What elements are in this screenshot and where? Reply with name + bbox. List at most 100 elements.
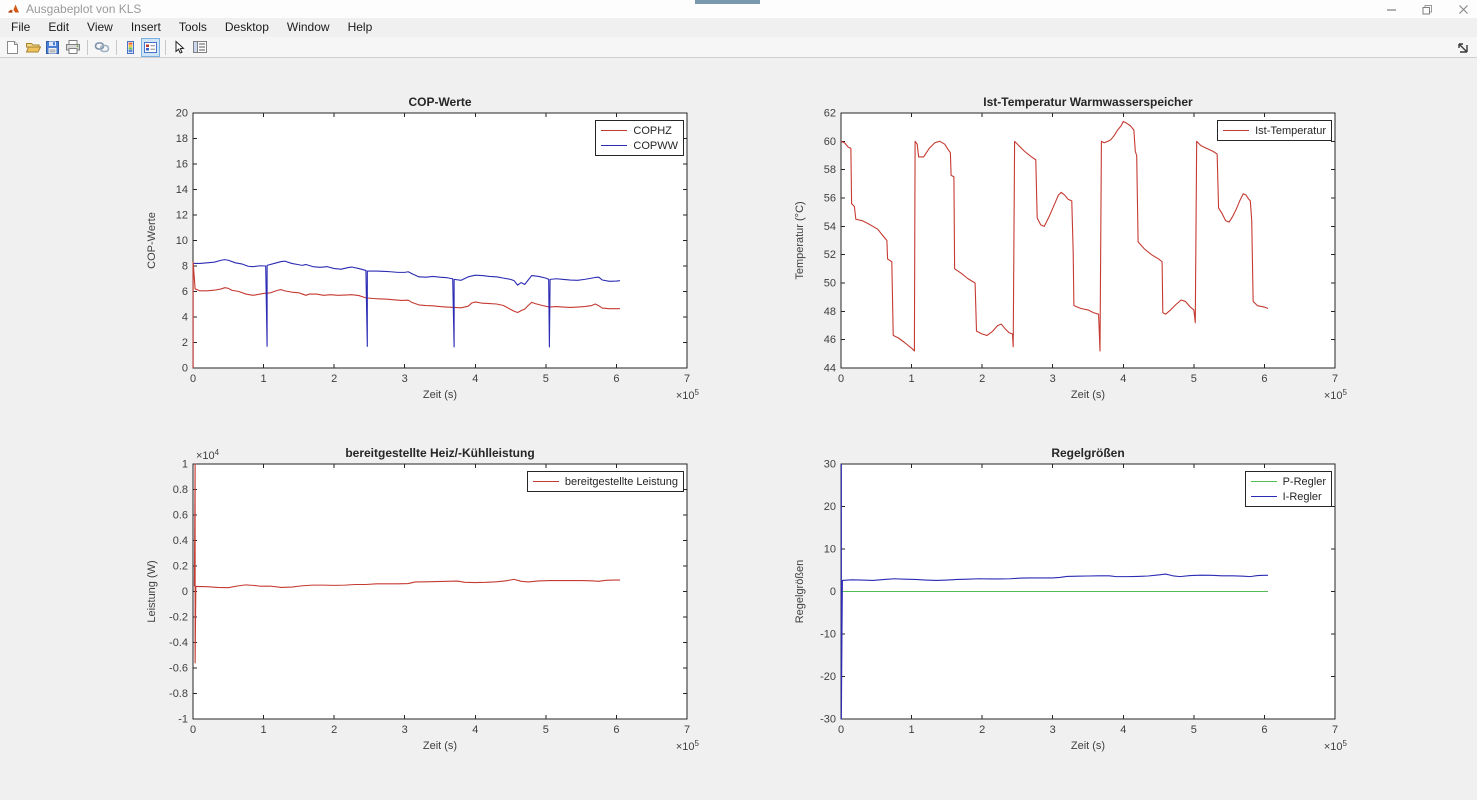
svg-text:Zeit (s): Zeit (s) — [1071, 740, 1105, 752]
svg-text:1: 1 — [909, 724, 915, 736]
svg-text:60: 60 — [824, 136, 836, 148]
menu-bar: File Edit View Insert Tools Desktop Wind… — [0, 18, 1477, 37]
matlab-figure-window: Ausgabeplot von KLS File Edit View Inser… — [0, 0, 1477, 800]
svg-text:×104: ×104 — [196, 448, 220, 462]
svg-text:6: 6 — [1261, 724, 1267, 736]
toolbar-separator — [87, 39, 88, 55]
svg-text:0: 0 — [838, 373, 844, 385]
svg-text:10: 10 — [824, 544, 836, 556]
svg-text:2: 2 — [979, 724, 985, 736]
svg-text:4: 4 — [472, 724, 478, 736]
plot-leistung[interactable]: 0 1 2 3 4 5 6 7 -1 -0.8 -0.6 -0.4 -0.2 0 0.2 0.4 0.6 0.8 1… — [140, 446, 700, 766]
svg-text:20: 20 — [176, 108, 188, 120]
legend[interactable]: Ist-Temperatur — [1217, 120, 1332, 141]
property-editor-icon[interactable] — [190, 38, 209, 57]
svg-text:46: 46 — [824, 334, 836, 346]
svg-text:COP-Werte: COP-Werte — [146, 212, 158, 269]
legend-entry: COPWW — [601, 138, 678, 153]
svg-text:×105: ×105 — [676, 739, 700, 753]
legend-label: P-Regler — [1282, 475, 1326, 488]
legend-line-sample — [601, 145, 628, 146]
legend-label: COPWW — [633, 139, 678, 152]
svg-text:Regelgrößen: Regelgrößen — [1051, 446, 1124, 460]
plot-cop-werte[interactable]: 0 1 2 3 4 5 6 7 0 2 4 6 8 10 12 14 16 18 20 COP-Werte Zeit (… — [140, 95, 700, 415]
legend-line-sample — [1250, 481, 1277, 482]
svg-text:4: 4 — [1120, 373, 1126, 385]
svg-text:20: 20 — [824, 501, 836, 513]
legend-label: Ist-Temperatur — [1255, 124, 1326, 137]
print-icon[interactable] — [63, 38, 82, 57]
close-icon[interactable] — [1457, 3, 1469, 15]
svg-text:0.6: 0.6 — [173, 510, 188, 522]
edit-plot-icon[interactable] — [170, 38, 189, 57]
menu-desktop[interactable]: Desktop — [216, 18, 278, 37]
menu-window[interactable]: Window — [278, 18, 339, 37]
svg-text:50: 50 — [824, 278, 836, 290]
svg-text:2: 2 — [182, 337, 188, 349]
svg-text:-0.8: -0.8 — [169, 688, 188, 700]
plot-regelgroessen[interactable]: 0 1 2 3 4 5 6 7 -30 -20 -10 0 10 20 30 Regelgrößen Zeit … — [788, 446, 1348, 766]
svg-text:0.8: 0.8 — [173, 484, 188, 496]
legend[interactable]: bereitgestellte Leistung — [526, 471, 684, 492]
svg-text:1: 1 — [909, 373, 915, 385]
svg-text:4: 4 — [472, 373, 478, 385]
figure-toolbar — [0, 37, 1477, 58]
chart-canvas: 0 1 2 3 4 5 6 7 -1 -0.8 -0.6 -0.4 -0.2 0 0.2 0.4 0.6 0.8 1… — [146, 446, 700, 753]
legend-line-sample — [601, 130, 628, 131]
svg-text:16: 16 — [176, 159, 188, 171]
svg-text:2: 2 — [331, 373, 337, 385]
legend-line-sample — [1250, 496, 1277, 497]
svg-text:58: 58 — [824, 164, 836, 176]
legend-entry: P-Regler — [1250, 474, 1326, 489]
svg-text:0: 0 — [190, 724, 196, 736]
svg-text:×105: ×105 — [1324, 388, 1348, 402]
menu-tools[interactable]: Tools — [170, 18, 216, 37]
legend[interactable]: P-Regler I-Regler — [1244, 471, 1332, 507]
svg-text:-20: -20 — [820, 671, 836, 683]
svg-text:6: 6 — [1261, 373, 1267, 385]
plot-ist-temperatur[interactable]: 0 1 2 3 4 5 6 7 44 46 48 50 52 54 56 58 60 62 Ist-Temperat… — [788, 95, 1348, 415]
svg-text:8: 8 — [182, 261, 188, 273]
svg-text:30: 30 — [824, 459, 836, 471]
svg-text:Zeit (s): Zeit (s) — [423, 389, 457, 401]
svg-text:6: 6 — [613, 724, 619, 736]
svg-text:6: 6 — [613, 373, 619, 385]
svg-text:Temperatur (°C): Temperatur (°C) — [794, 201, 806, 279]
svg-text:5: 5 — [1191, 373, 1197, 385]
svg-text:3: 3 — [1050, 724, 1056, 736]
svg-text:Zeit (s): Zeit (s) — [1071, 389, 1105, 401]
save-icon[interactable] — [43, 38, 62, 57]
svg-text:6: 6 — [182, 286, 188, 298]
new-document-icon[interactable] — [3, 38, 22, 57]
svg-text:1: 1 — [261, 373, 267, 385]
svg-text:10: 10 — [176, 235, 188, 247]
svg-text:1: 1 — [261, 724, 267, 736]
menu-view[interactable]: View — [78, 18, 122, 37]
dock-figure-icon[interactable] — [1455, 40, 1469, 54]
svg-text:7: 7 — [684, 373, 690, 385]
legend-entry: bereitgestellte Leistung — [532, 474, 678, 489]
svg-text:2: 2 — [979, 373, 985, 385]
svg-text:44: 44 — [824, 363, 836, 375]
menu-help[interactable]: Help — [339, 18, 382, 37]
svg-text:-0.6: -0.6 — [169, 663, 188, 675]
svg-text:3: 3 — [402, 373, 408, 385]
legend[interactable]: COPHZ COPWW — [595, 120, 684, 156]
svg-text:-10: -10 — [820, 629, 836, 641]
menu-file[interactable]: File — [2, 18, 39, 37]
minimize-button[interactable] — [1385, 3, 1397, 15]
chart-canvas: 0 1 2 3 4 5 6 744464850525456586062Ist-Temperat… — [794, 95, 1348, 402]
svg-text:×105: ×105 — [1324, 739, 1348, 753]
menu-edit[interactable]: Edit — [39, 18, 78, 37]
legend-label: I-Regler — [1282, 490, 1322, 503]
svg-text:3: 3 — [1050, 373, 1056, 385]
restore-button[interactable] — [1421, 3, 1433, 15]
insert-legend-icon[interactable] — [141, 37, 160, 57]
legend-label: COPHZ — [633, 124, 672, 137]
svg-text:0: 0 — [190, 373, 196, 385]
open-folder-icon[interactable] — [23, 38, 42, 57]
menu-insert[interactable]: Insert — [122, 18, 170, 37]
insert-colorbar-icon[interactable] — [121, 38, 140, 57]
link-plot-icon[interactable] — [92, 38, 111, 57]
svg-text:48: 48 — [824, 306, 836, 318]
